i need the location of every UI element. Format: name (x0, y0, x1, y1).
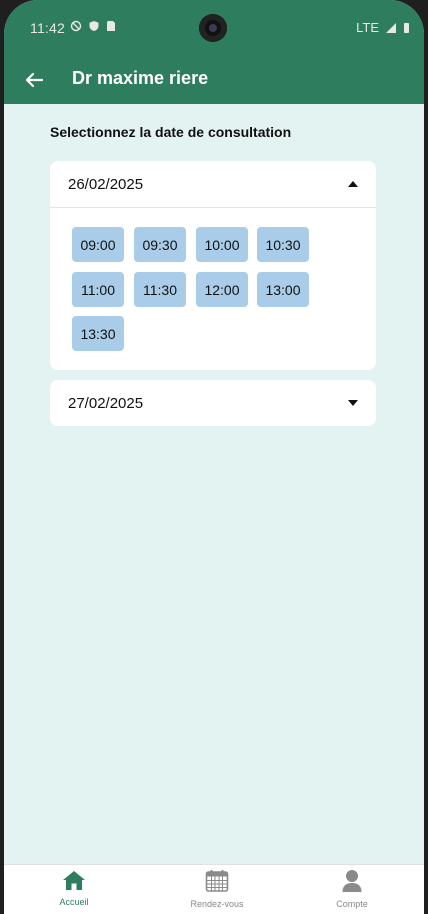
time-slot[interactable]: 10:30 (257, 227, 309, 262)
nav-label: Compte (336, 899, 368, 909)
nav-item-compte[interactable]: Compte (307, 869, 397, 909)
date-card-expanded: 26/02/2025 09:00 09:30 10:00 10:30 11:00… (50, 161, 376, 370)
user-icon (342, 870, 362, 892)
time-slot[interactable]: 13:00 (257, 272, 309, 307)
calendar-icon (205, 870, 229, 892)
network-type: LTE (356, 20, 379, 35)
section-title: Selectionnez la date de consultation (50, 124, 292, 140)
sim-card-icon (107, 21, 115, 31)
date-header-26-02-2025[interactable]: 26/02/2025 (50, 161, 376, 208)
arrow-left-icon (25, 72, 43, 88)
battery-icon (404, 22, 409, 33)
time-slot[interactable]: 10:00 (196, 227, 248, 262)
do-not-disturb-icon (70, 20, 82, 32)
signal-icon (386, 22, 396, 33)
status-time: 11:42 (30, 20, 65, 36)
shield-icon (89, 21, 99, 31)
bottom-navigation: Accueil Rendez-vous Compte (4, 864, 424, 914)
status-system-icons: LTE (356, 20, 410, 35)
status-bar: 11:42 LTE (4, 0, 424, 56)
chevron-down-icon (348, 400, 358, 406)
nav-item-accueil[interactable]: Accueil (29, 869, 119, 907)
phone-screen: 11:42 LTE Dr maxime riere Selectionnez l… (4, 0, 424, 914)
page-title: Dr maxime riere (72, 68, 209, 88)
time-slot[interactable]: 09:00 (72, 227, 124, 262)
app-bar: Dr maxime riere (4, 56, 424, 104)
nav-label: Accueil (59, 897, 89, 907)
time-slot[interactable]: 13:30 (72, 316, 124, 351)
date-header-27-02-2025[interactable]: 27/02/2025 (50, 380, 376, 426)
date-label: 27/02/2025 (68, 394, 144, 412)
time-slot[interactable]: 11:00 (72, 272, 124, 307)
status-notification-icons (70, 20, 116, 32)
nav-label: Rendez-vous (190, 899, 244, 909)
time-slot[interactable]: 09:30 (134, 227, 186, 262)
back-button[interactable] (18, 64, 50, 96)
front-camera (199, 14, 227, 42)
chevron-up-icon (348, 181, 358, 187)
time-slot[interactable]: 11:30 (134, 272, 186, 307)
time-slot[interactable]: 12:00 (196, 272, 248, 307)
date-label: 26/02/2025 (68, 175, 144, 193)
date-card-collapsed: 27/02/2025 (50, 380, 376, 426)
nav-item-rendez-vous[interactable]: Rendez-vous (172, 869, 262, 909)
home-icon (63, 871, 85, 890)
